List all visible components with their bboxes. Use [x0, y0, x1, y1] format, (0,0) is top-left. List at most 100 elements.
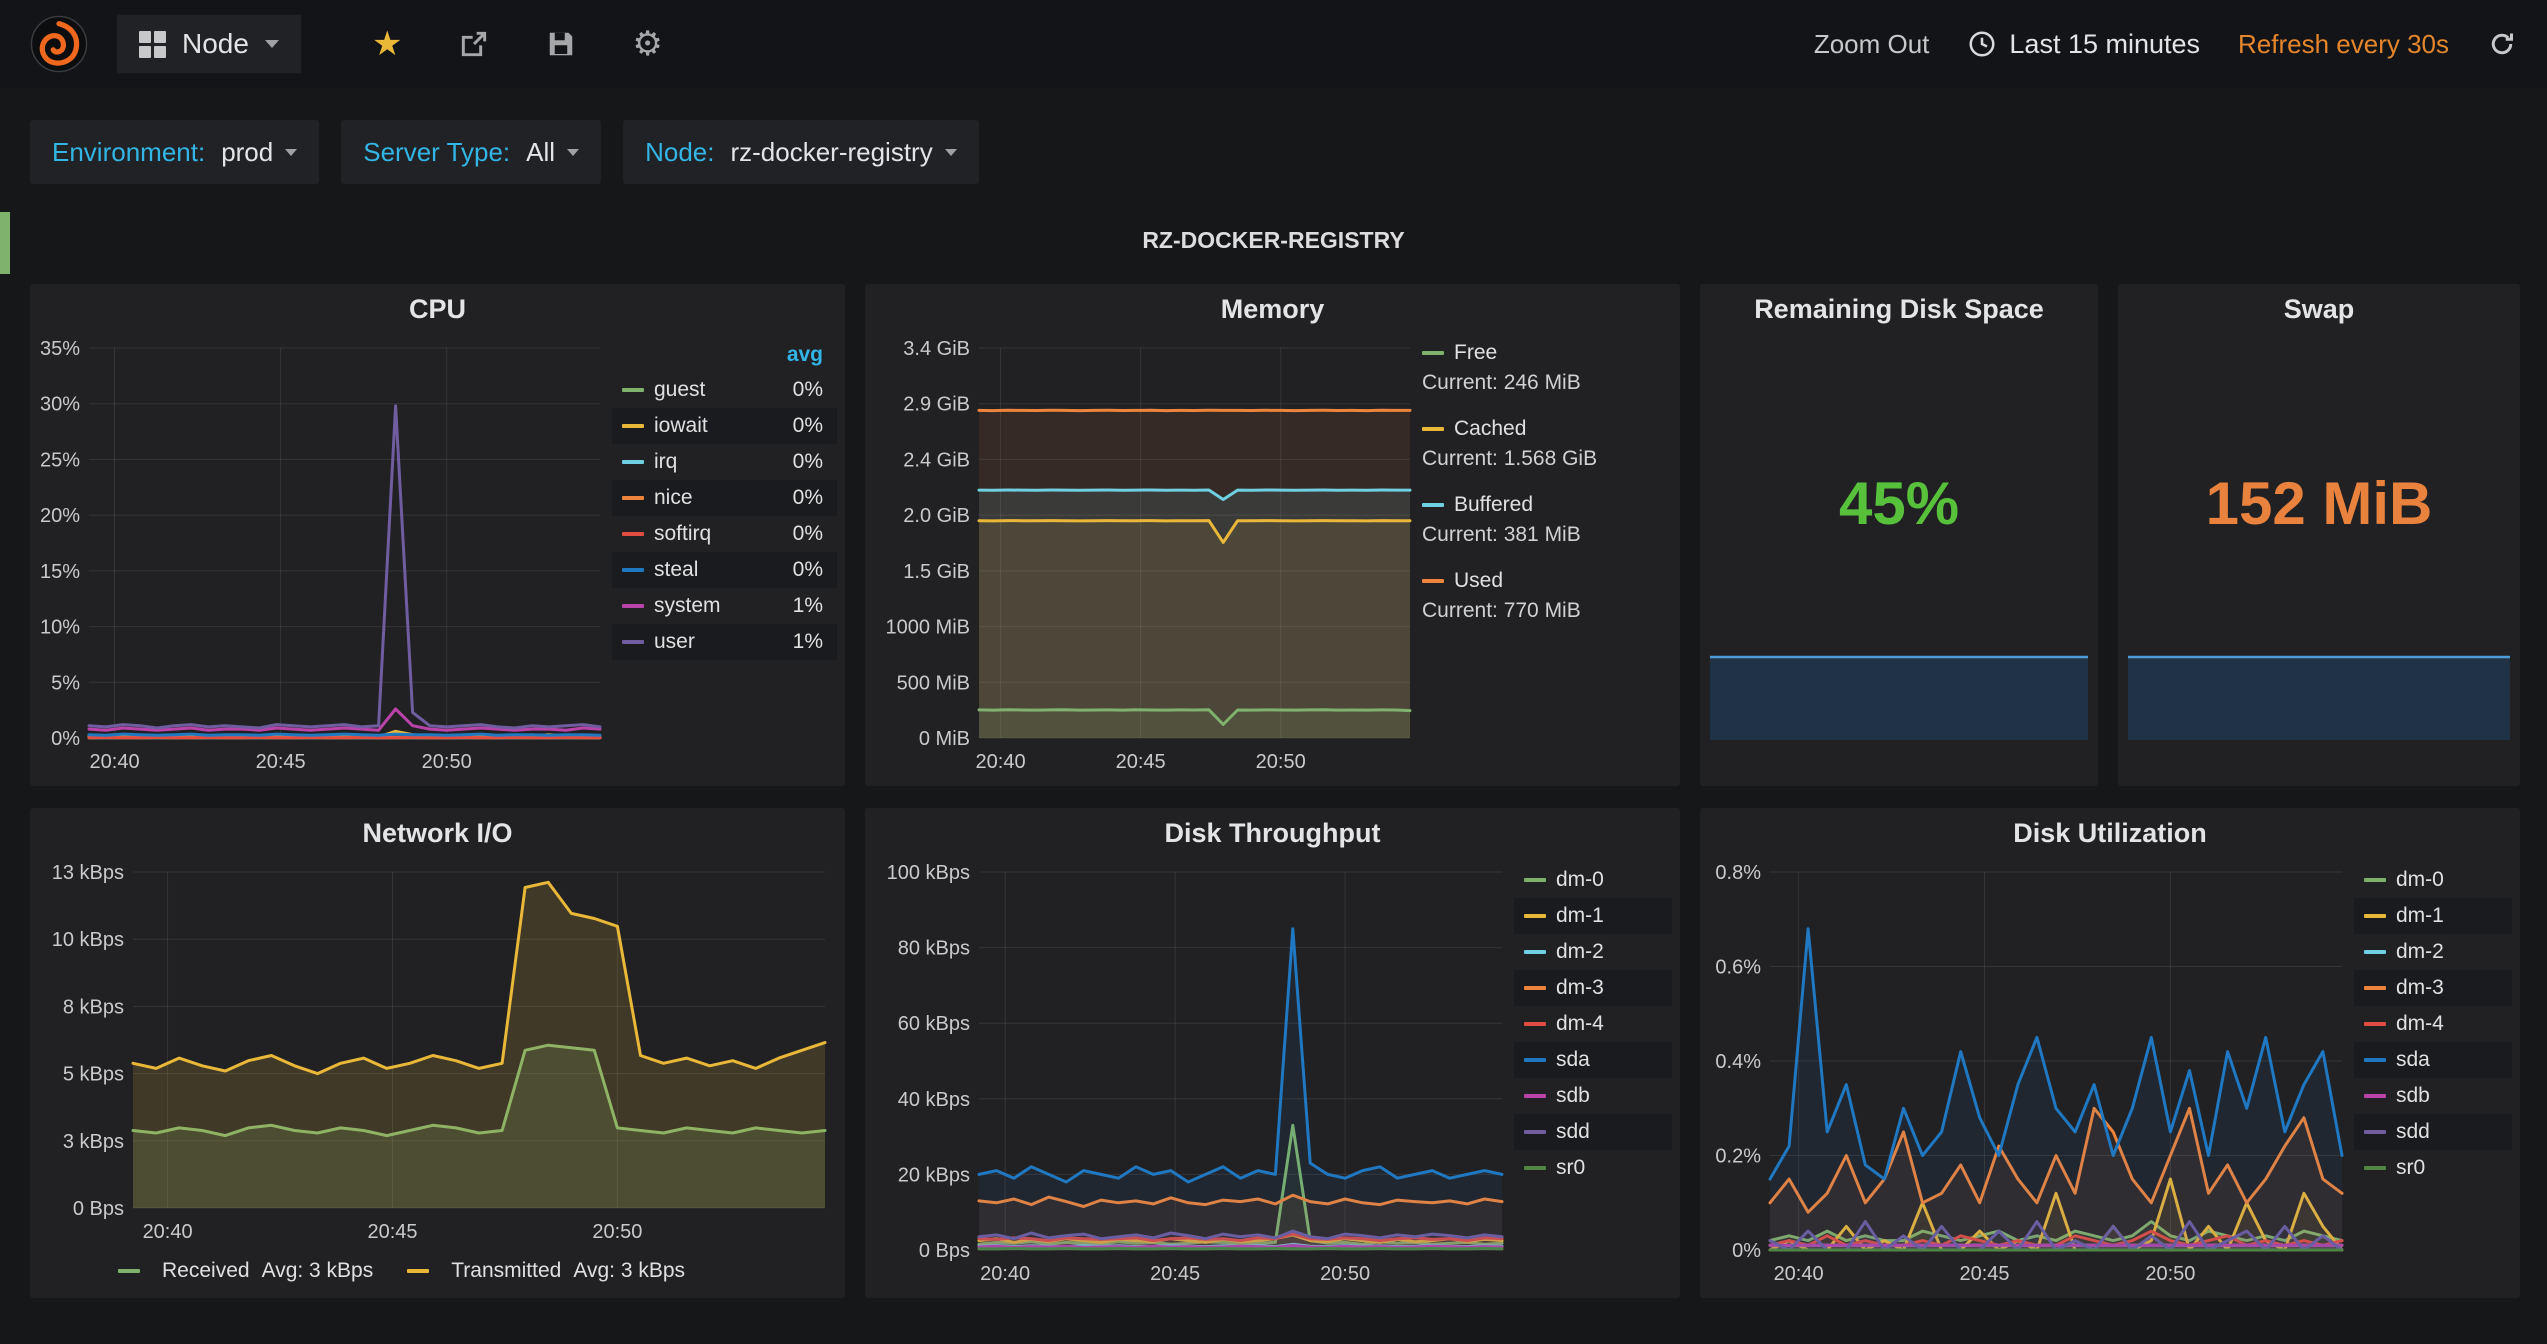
cpu-graph[interactable]: 20:4020:4520:500%5%10%15%20%25%30%35% — [34, 334, 612, 780]
legend-item-Buffered[interactable]: BufferedCurrent: 381 MiB — [1422, 490, 1672, 550]
legend-item-dm-4[interactable]: dm-4 — [1514, 1006, 1672, 1042]
legend-item-softirq[interactable]: softirq0% — [612, 516, 837, 552]
disk-utilization-graph[interactable]: 20:4020:4520:500%0.2%0.4%0.6%0.8% — [1704, 858, 2354, 1292]
panel-title-network[interactable]: Network I/O — [30, 808, 845, 858]
legend-item-Used[interactable]: UsedCurrent: 770 MiB — [1422, 566, 1672, 626]
svg-text:2.0 GiB: 2.0 GiB — [903, 505, 970, 527]
legend-item-iowait[interactable]: iowait0% — [612, 408, 837, 444]
legend-item-dm-2[interactable]: dm-2 — [1514, 934, 1672, 970]
legend-item-sda[interactable]: sda — [2354, 1042, 2512, 1078]
filter-value: prod — [221, 137, 273, 168]
series-name: Cached — [1454, 417, 1526, 441]
filter-value: All — [526, 137, 555, 168]
legend-item-Received[interactable]: ReceivedAvg: 3 kBps — [118, 1259, 373, 1283]
legend-item-sr0[interactable]: sr0 — [1514, 1150, 1672, 1186]
panel-title-swap[interactable]: Swap — [2118, 284, 2520, 334]
legend-item-Transmitted[interactable]: TransmittedAvg: 3 kBps — [407, 1259, 685, 1283]
legend-item-dm-3[interactable]: dm-3 — [2354, 970, 2512, 1006]
legend-item-dm-3[interactable]: dm-3 — [1514, 970, 1672, 1006]
legend-item-sda[interactable]: sda — [1514, 1042, 1672, 1078]
filter-label: Server Type: — [363, 137, 510, 168]
zoom-out-button[interactable]: Zoom Out — [1814, 29, 1930, 60]
svg-text:20:45: 20:45 — [256, 751, 306, 773]
settings-gear-icon[interactable]: ⚙ — [632, 27, 662, 61]
save-icon[interactable] — [546, 29, 576, 59]
series-name: irq — [654, 450, 677, 474]
row-title[interactable]: RZ-DOCKER-REGISTRY — [1142, 220, 1404, 260]
series-name: system — [654, 594, 721, 618]
time-picker[interactable]: Last 15 minutes — [1967, 29, 2200, 60]
svg-text:20:50: 20:50 — [1320, 1263, 1370, 1285]
legend-item-system[interactable]: system1% — [612, 588, 837, 624]
series-name: sr0 — [2396, 1156, 2425, 1180]
svg-text:100 kBps: 100 kBps — [887, 862, 970, 884]
legend-item-dm-0[interactable]: dm-0 — [1514, 862, 1672, 898]
svg-text:2.4 GiB: 2.4 GiB — [903, 449, 970, 471]
legend-item-guest[interactable]: guest0% — [612, 372, 837, 408]
legend-item-sdb[interactable]: sdb — [1514, 1078, 1672, 1114]
refresh-interval[interactable]: Refresh every 30s — [2238, 29, 2449, 60]
svg-text:0.8%: 0.8% — [1715, 862, 1761, 884]
series-name: Used — [1454, 569, 1503, 593]
legend-item-steal[interactable]: steal0% — [612, 552, 837, 588]
memory-graph[interactable]: 20:4020:4520:500 MiB500 MiB1000 MiB1.5 G… — [869, 334, 1422, 780]
series-avg-value: 0% — [793, 486, 823, 510]
panel-title-disk-throughput[interactable]: Disk Throughput — [865, 808, 1680, 858]
series-current-value: Current: 381 MiB — [1422, 520, 1672, 550]
series-name: guest — [654, 378, 705, 402]
series-color-dash — [2364, 986, 2386, 990]
series-color-dash — [2364, 1058, 2386, 1062]
disk-throughput-graph[interactable]: 20:4020:4520:500 Bps20 kBps40 kBps60 kBp… — [869, 858, 1514, 1292]
share-icon[interactable] — [458, 28, 490, 60]
svg-text:30%: 30% — [40, 394, 80, 416]
dashboard-row-1: CPU 20:4020:4520:500%5%10%15%20%25%30%35… — [30, 284, 2520, 786]
row-collapse-indicator[interactable] — [0, 212, 10, 274]
series-color-dash — [1524, 1022, 1546, 1026]
panel-title-cpu[interactable]: CPU — [30, 284, 845, 334]
panel-title-memory[interactable]: Memory — [865, 284, 1680, 334]
legend-item-user[interactable]: user1% — [612, 624, 837, 660]
legend-item-irq[interactable]: irq0% — [612, 444, 837, 480]
grafana-logo[interactable] — [30, 15, 88, 73]
panel-title-disk-space[interactable]: Remaining Disk Space — [1700, 284, 2098, 334]
legend-item-dm-1[interactable]: dm-1 — [1514, 898, 1672, 934]
series-name: Transmitted — [451, 1259, 561, 1283]
legend-item-sdd[interactable]: sdd — [2354, 1114, 2512, 1150]
chevron-down-icon — [567, 149, 579, 156]
network-legend: ReceivedAvg: 3 kBps TransmittedAvg: 3 kBp… — [30, 1250, 845, 1292]
legend-item-nice[interactable]: nice 0% — [612, 480, 837, 516]
panel-cpu: CPU 20:4020:4520:500%5%10%15%20%25%30%35… — [30, 284, 845, 786]
panel-title-disk-utilization[interactable]: Disk Utilization — [1700, 808, 2520, 858]
legend-item-Free[interactable]: FreeCurrent: 246 MiB — [1422, 338, 1672, 398]
dashboard-picker[interactable]: Node — [116, 14, 302, 74]
series-name: nice — [654, 486, 693, 510]
legend-item-dm-2[interactable]: dm-2 — [2354, 934, 2512, 970]
legend-item-sr0[interactable]: sr0 — [2354, 1150, 2512, 1186]
series-name: dm-4 — [1556, 1012, 1604, 1036]
svg-text:1.5 GiB: 1.5 GiB — [903, 561, 970, 583]
legend-item-sdb[interactable]: sdb — [2354, 1078, 2512, 1114]
legend-item-dm-0[interactable]: dm-0 — [2354, 862, 2512, 898]
series-color-dash — [1422, 427, 1444, 431]
series-name: dm-1 — [1556, 904, 1604, 928]
series-name-row: Buffered — [1422, 490, 1672, 520]
series-name: sdb — [2396, 1084, 2430, 1108]
filter-server-type[interactable]: Server Type: All — [341, 120, 601, 184]
filter-node[interactable]: Node: rz-docker-registry — [623, 120, 979, 184]
series-color-dash — [1422, 579, 1444, 583]
legend-item-dm-4[interactable]: dm-4 — [2354, 1006, 2512, 1042]
legend-item-dm-1[interactable]: dm-1 — [2354, 898, 2512, 934]
svg-text:0.4%: 0.4% — [1715, 1051, 1761, 1073]
network-graph[interactable]: 20:4020:4520:500 Bps3 kBps5 kBps8 kBps10… — [34, 858, 837, 1250]
filter-environment[interactable]: Environment: prod — [30, 120, 319, 184]
series-name: dm-2 — [1556, 940, 1604, 964]
filter-value: rz-docker-registry — [730, 137, 932, 168]
legend-item-sdd[interactable]: sdd — [1514, 1114, 1672, 1150]
series-color-dash — [622, 496, 644, 500]
star-icon[interactable]: ★ — [372, 27, 402, 61]
svg-text:20:50: 20:50 — [2145, 1263, 2195, 1285]
refresh-icon[interactable] — [2487, 29, 2517, 59]
legend-item-Cached[interactable]: CachedCurrent: 1.568 GiB — [1422, 414, 1672, 474]
series-name: dm-4 — [2396, 1012, 2444, 1036]
filter-label: Node: — [645, 137, 714, 168]
